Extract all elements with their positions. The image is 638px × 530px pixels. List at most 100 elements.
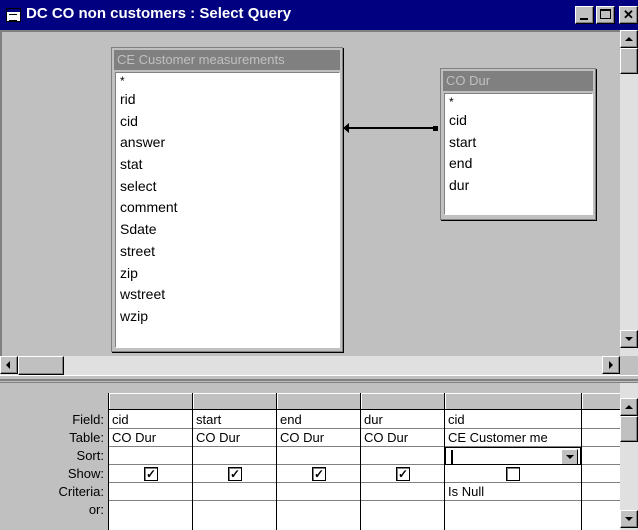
join-endpoint xyxy=(433,126,438,131)
criteria-cell[interactable] xyxy=(277,483,360,501)
diagram-horizontal-scrollbar[interactable] xyxy=(0,356,620,375)
window-title: DC CO non customers : Select Query xyxy=(26,5,292,22)
field-item-start[interactable]: start xyxy=(445,132,592,154)
column-selector[interactable] xyxy=(109,393,192,410)
criteria-cell[interactable] xyxy=(109,483,192,501)
table-cell[interactable]: CO Dur xyxy=(361,429,444,447)
arrow-down-icon xyxy=(625,337,633,341)
criteria-cell[interactable] xyxy=(193,483,276,501)
show-cell[interactable] xyxy=(582,465,620,483)
or-cell[interactable] xyxy=(109,501,192,519)
table-cell[interactable]: CO Dur xyxy=(277,429,360,447)
criteria-cell[interactable]: Is Null xyxy=(445,483,581,501)
criteria-cell[interactable] xyxy=(361,483,444,501)
column-selector[interactable] xyxy=(361,393,444,410)
field-cell[interactable]: cid xyxy=(109,411,192,429)
title-bar[interactable]: DC CO non customers : Select Query ✕ xyxy=(0,0,638,30)
field-item-rid[interactable]: rid xyxy=(116,89,339,111)
field-item-select[interactable]: select xyxy=(116,176,339,198)
field-item-street[interactable]: street xyxy=(116,241,339,263)
grid-vertical-scrollbar[interactable] xyxy=(620,383,638,530)
show-checkbox[interactable]: ✓ xyxy=(228,467,242,481)
field-item-wstreet[interactable]: wstreet xyxy=(116,284,339,306)
field-item-all[interactable]: * xyxy=(445,94,592,110)
grid-row-labels: Field: Table: Sort: Show: Criteria: or: xyxy=(0,411,108,519)
row-label-table: Table: xyxy=(69,430,104,445)
close-icon: ✕ xyxy=(623,7,634,22)
grid-column: start CO Dur ✓ xyxy=(193,393,277,530)
show-cell: ✓ xyxy=(193,465,276,483)
scroll-down-button[interactable] xyxy=(620,330,638,348)
scroll-up-button[interactable] xyxy=(620,398,638,416)
column-selector[interactable] xyxy=(582,393,620,410)
sort-cell[interactable] xyxy=(193,447,276,465)
sort-cell[interactable] xyxy=(277,447,360,465)
criteria-cell[interactable] xyxy=(582,483,620,501)
sort-cell[interactable] xyxy=(109,447,192,465)
scroll-right-button[interactable] xyxy=(602,356,620,374)
field-item-comment[interactable]: comment xyxy=(116,197,339,219)
field-cell[interactable] xyxy=(582,411,620,429)
field-list-items[interactable]: * cid start end dur xyxy=(444,93,593,215)
field-list-title[interactable]: CO Dur xyxy=(443,71,593,91)
scroll-thumb[interactable] xyxy=(620,48,638,74)
sort-cell[interactable] xyxy=(361,447,444,465)
field-item-wzip[interactable]: wzip xyxy=(116,306,339,328)
field-item-zip[interactable]: zip xyxy=(116,263,339,285)
field-list-items[interactable]: * rid cid answer stat select comment Sda… xyxy=(115,72,340,348)
field-item-cid[interactable]: cid xyxy=(116,111,339,133)
field-item-end[interactable]: end xyxy=(445,153,592,175)
field-item-answer[interactable]: answer xyxy=(116,132,339,154)
field-list-co-dur[interactable]: CO Dur * cid start end dur xyxy=(440,68,596,220)
or-cell[interactable] xyxy=(445,501,581,519)
field-item-cid[interactable]: cid xyxy=(445,110,592,132)
sort-cell[interactable] xyxy=(445,447,581,465)
row-label-sort: Sort: xyxy=(76,448,104,463)
grid-column: end CO Dur ✓ xyxy=(277,393,361,530)
field-cell[interactable]: dur xyxy=(361,411,444,429)
maximize-button[interactable] xyxy=(596,6,615,24)
show-checkbox[interactable]: ✓ xyxy=(312,467,326,481)
close-button[interactable]: ✕ xyxy=(619,6,638,24)
scroll-thumb[interactable] xyxy=(18,356,64,375)
or-cell[interactable] xyxy=(277,501,360,519)
or-cell[interactable] xyxy=(361,501,444,519)
sort-cell[interactable] xyxy=(582,447,620,465)
pane-splitter[interactable] xyxy=(0,375,638,383)
diagram-vertical-scrollbar[interactable] xyxy=(620,30,638,356)
table-cell[interactable]: CO Dur xyxy=(109,429,192,447)
show-checkbox[interactable]: ✓ xyxy=(396,467,410,481)
field-cell[interactable]: start xyxy=(193,411,276,429)
field-list-ce-customer-measurements[interactable]: CE Customer measurements * rid cid answe… xyxy=(111,47,343,352)
grid-column xyxy=(582,393,620,530)
show-checkbox[interactable] xyxy=(506,467,520,481)
grid-column: dur CO Dur ✓ xyxy=(361,393,445,530)
column-selector[interactable] xyxy=(445,393,581,410)
field-list-title[interactable]: CE Customer measurements xyxy=(114,50,340,70)
query-design-grid[interactable]: cid CO Dur ✓ start CO Dur ✓ end CO Dur ✓… xyxy=(108,393,620,530)
column-selector[interactable] xyxy=(193,393,276,410)
query-window-icon[interactable] xyxy=(6,8,21,22)
or-cell[interactable] xyxy=(193,501,276,519)
field-cell[interactable]: end xyxy=(277,411,360,429)
table-cell[interactable]: CE Customer me xyxy=(445,429,581,447)
field-item-dur[interactable]: dur xyxy=(445,175,592,197)
or-cell[interactable] xyxy=(582,501,620,519)
chevron-down-icon xyxy=(566,455,574,459)
text-caret xyxy=(451,450,453,464)
field-item-stat[interactable]: stat xyxy=(116,154,339,176)
column-selector[interactable] xyxy=(277,393,360,410)
scroll-up-button[interactable] xyxy=(620,30,638,48)
scroll-left-button[interactable] xyxy=(0,356,18,374)
table-cell[interactable] xyxy=(582,429,620,447)
field-item-all[interactable]: * xyxy=(116,73,339,89)
minimize-button[interactable] xyxy=(575,6,594,24)
scroll-down-button[interactable] xyxy=(620,510,638,528)
scroll-thumb[interactable] xyxy=(620,416,638,442)
field-item-sdate[interactable]: Sdate xyxy=(116,219,339,241)
join-line[interactable] xyxy=(347,127,435,129)
show-checkbox[interactable]: ✓ xyxy=(144,467,158,481)
field-cell[interactable]: cid xyxy=(445,411,581,429)
sort-dropdown-button[interactable] xyxy=(561,449,578,464)
table-cell[interactable]: CO Dur xyxy=(193,429,276,447)
